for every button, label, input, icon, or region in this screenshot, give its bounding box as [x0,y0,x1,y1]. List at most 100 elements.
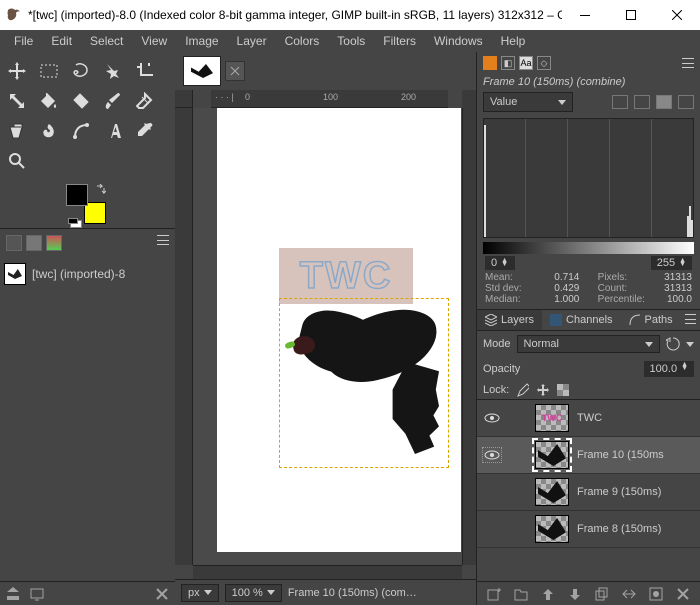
layer-row[interactable]: TWC TWC [477,400,700,437]
layer-name[interactable]: Frame 8 (150ms) [577,523,661,535]
menu-windows[interactable]: Windows [426,32,491,50]
swap-colors-icon[interactable] [96,184,106,194]
transform-tool-icon[interactable] [6,90,28,112]
histogram-linear-icon[interactable] [612,95,628,109]
mode-reset-icon[interactable] [666,337,680,351]
lock-alpha-icon[interactable] [557,384,569,396]
visibility-toggle-icon[interactable] [483,485,501,499]
dock-menu-icon[interactable] [682,58,694,68]
image-list-item[interactable]: [twc] (imported)-8 [0,259,175,289]
dock-menu-icon[interactable] [157,235,169,245]
lock-brush-icon[interactable] [517,383,529,397]
visibility-toggle-icon[interactable] [483,411,501,425]
device-status-tab-icon[interactable] [26,235,42,251]
visibility-toggle-icon[interactable] [483,448,501,462]
clone-tool-icon[interactable] [6,120,28,142]
menu-select[interactable]: Select [82,32,131,50]
menu-help[interactable]: Help [493,32,534,50]
menu-edit[interactable]: Edit [43,32,80,50]
close-tab-icon[interactable] [225,61,245,81]
histogram-tab-icon[interactable] [483,56,497,70]
dock-menu-icon[interactable] [685,314,696,324]
histogram-rgb-icon[interactable] [678,95,694,109]
path-tool-icon[interactable] [70,120,92,142]
menu-image[interactable]: Image [177,32,226,50]
layer-row[interactable]: Frame 8 (150ms) [477,511,700,548]
text-tool-icon[interactable] [102,120,124,142]
paintbrush-tool-icon[interactable] [102,90,124,112]
menu-tools[interactable]: Tools [329,32,373,50]
layer-name[interactable]: Frame 10 (150ms [577,449,664,461]
vertical-scrollbar[interactable] [462,108,476,565]
unit-selector[interactable]: px [181,584,219,602]
tool-options-tab-icon[interactable] [6,235,22,251]
menu-colors[interactable]: Colors [277,32,328,50]
pointer-tab-icon[interactable]: ◧ [501,56,515,70]
ruler-vertical[interactable] [175,108,193,565]
raise-layer-icon[interactable] [541,587,555,601]
lock-position-icon[interactable] [537,384,549,396]
layer-name[interactable]: TWC [577,412,602,424]
gradient-bar[interactable] [483,242,694,254]
tab-layers[interactable]: Layers [477,310,542,330]
zoom-tool-icon[interactable] [6,150,28,172]
range-max[interactable]: 255▲▼ [651,256,692,270]
menu-view[interactable]: View [133,32,175,50]
duplicate-layer-icon[interactable] [595,587,609,601]
canvas[interactable]: TWC [217,108,461,552]
menu-filters[interactable]: Filters [375,32,424,50]
histogram-log-icon[interactable] [634,95,650,109]
crop-tool-icon[interactable] [134,60,156,82]
horizontal-scrollbar[interactable] [193,565,462,579]
image-tab[interactable] [183,56,221,86]
tab-paths[interactable]: Paths [621,310,681,330]
smudge-tool-icon[interactable] [38,120,60,142]
delete-icon[interactable] [155,587,169,601]
ruler-horizontal[interactable]: · · · | 0 100 200 [211,90,448,108]
color-picker-tool-icon[interactable] [134,120,156,142]
layer-row[interactable]: Frame 10 (150ms [477,437,700,474]
free-select-tool-icon[interactable] [70,60,92,82]
twc-layer[interactable]: TWC [279,248,413,304]
maximize-button[interactable] [608,0,654,30]
default-colors-icon[interactable] [68,218,78,224]
color-swatches[interactable] [66,184,106,224]
minimize-button[interactable] [562,0,608,30]
histogram-lum-icon[interactable] [656,95,672,109]
delete-layer-icon[interactable] [676,587,690,601]
fonts-tab-icon[interactable]: Aa [519,56,533,70]
move-tool-icon[interactable] [6,60,28,82]
gradient-tool-icon[interactable] [70,90,92,112]
fuzzy-select-tool-icon[interactable] [102,60,124,82]
merge-layer-icon[interactable] [622,587,636,601]
mask-layer-icon[interactable] [649,587,663,601]
menu-file[interactable]: File [6,32,41,50]
raise-image-icon[interactable] [6,587,20,601]
menu-layer[interactable]: Layer [229,32,275,50]
bucket-fill-tool-icon[interactable] [38,90,60,112]
new-display-icon[interactable] [30,587,44,601]
zoom-selector[interactable]: 100 % [225,584,282,602]
canvas-viewport[interactable]: TWC [193,108,462,565]
images-tab-icon[interactable] [46,235,62,251]
mode-expand-icon[interactable] [686,342,694,347]
layer-row[interactable]: Frame 9 (150ms) [477,474,700,511]
range-min[interactable]: 0▲▼ [485,256,515,270]
lower-layer-icon[interactable] [568,587,582,601]
visibility-toggle-icon[interactable] [483,522,501,536]
channel-selector[interactable]: Value [483,92,573,112]
sample-points-tab-icon[interactable]: ◇ [537,56,551,70]
opacity-value[interactable]: 100.0▲▼ [644,361,694,377]
foreground-color[interactable] [66,184,88,206]
rect-select-tool-icon[interactable] [38,60,60,82]
histogram[interactable] [483,118,694,238]
eraser-tool-icon[interactable] [134,90,156,112]
new-group-icon[interactable] [514,587,528,601]
mode-selector[interactable]: Normal [517,335,660,353]
layer-name[interactable]: Frame 9 (150ms) [577,486,661,498]
bird-layer[interactable] [289,306,449,456]
close-button[interactable] [654,0,700,30]
ruler-corner[interactable] [175,90,193,108]
tab-channels[interactable]: Channels [542,310,620,330]
new-layer-icon[interactable] [487,587,501,601]
